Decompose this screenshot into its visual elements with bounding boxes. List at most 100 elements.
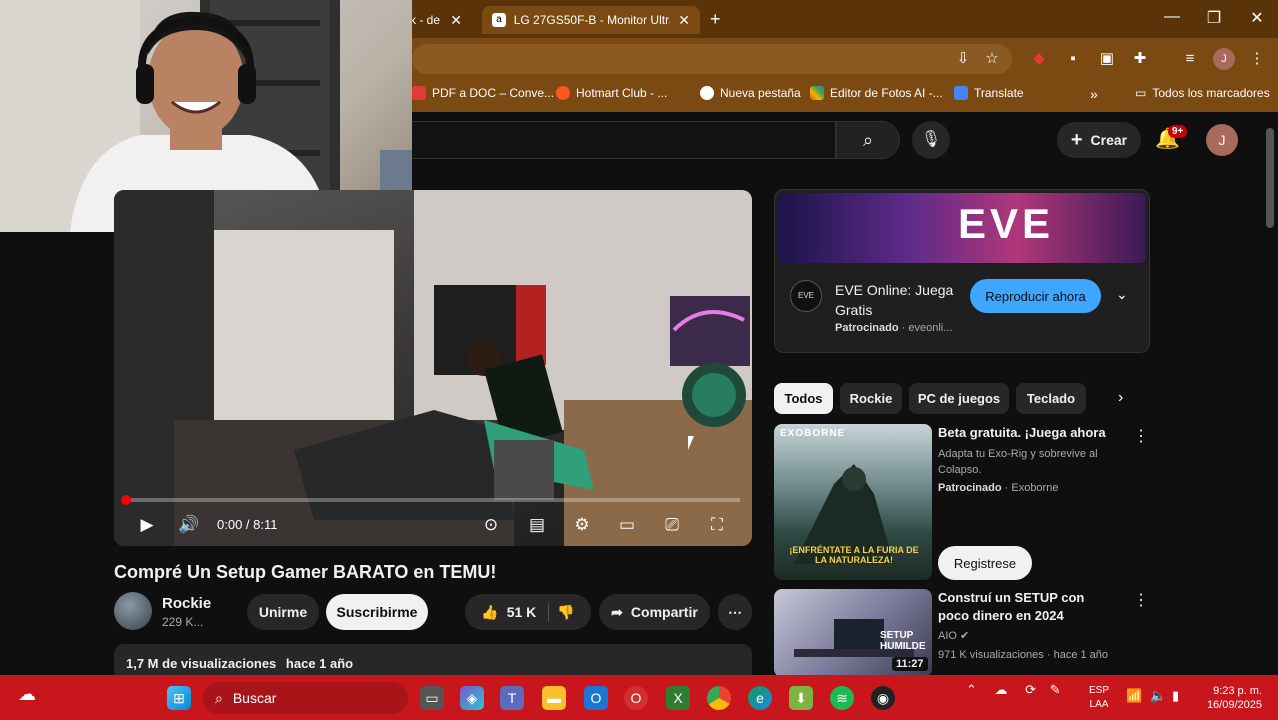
cast-icon: ⎚ — [665, 515, 679, 534]
more-options-icon[interactable]: ⋮ — [1133, 590, 1149, 610]
more-actions-button[interactable]: ⋯ — [718, 594, 752, 630]
bookmark-item[interactable]: PDF a DOC – Conve... — [412, 86, 554, 100]
teams-icon[interactable]: T — [500, 686, 524, 710]
thumbnail-caption: ¡ENFRÉNTATE A LA FURIA DE LA NATURALEZA! — [789, 545, 919, 565]
app-icon[interactable]: ⬇ — [789, 686, 813, 710]
mute-button[interactable]: 🔊 — [176, 512, 202, 538]
extension-icon[interactable]: ▪ — [1062, 48, 1084, 70]
recommendation-title[interactable]: Construí un SETUP con poco dinero en 202… — [938, 589, 1118, 625]
theater-mode-button[interactable]: ▭ — [614, 512, 640, 538]
search-button[interactable]: ⌕ — [836, 121, 900, 159]
chevron-down-icon[interactable]: ⌄ — [1116, 286, 1128, 303]
ad-logo: EVE — [790, 280, 822, 312]
chevron-up-icon[interactable]: ⌃ — [966, 682, 977, 697]
onedrive-icon[interactable]: ☁ — [995, 682, 1008, 697]
maximize-button[interactable]: ❐ — [1199, 8, 1229, 28]
windows-start-icon[interactable]: ⊞ — [167, 686, 191, 710]
file-explorer-icon[interactable]: ▬ — [542, 686, 566, 710]
obs-icon[interactable]: ◉ — [871, 686, 895, 710]
autoplay-toggle[interactable]: ⊙ — [474, 512, 508, 538]
minimize-button[interactable]: — — [1157, 8, 1187, 26]
taskbar-clock[interactable]: 9:23 p. m. 16/09/2025 — [1196, 684, 1262, 712]
account-avatar[interactable]: J — [1206, 124, 1238, 156]
new-tab-button[interactable]: + — [710, 9, 721, 30]
folder-icon: ▭ — [1135, 86, 1147, 100]
opera-icon[interactable]: O — [624, 686, 648, 710]
spotify-icon[interactable]: ≋ — [830, 686, 854, 710]
bookmark-item[interactable]: Editor de Fotos AI -... — [810, 86, 943, 100]
chevron-right-icon[interactable]: › — [1118, 389, 1123, 407]
address-bar[interactable] — [412, 44, 1012, 74]
fullscreen-button[interactable]: ⛶ — [704, 512, 730, 538]
volume-icon[interactable]: 🔈 — [1150, 688, 1166, 704]
install-app-icon[interactable]: ⇩ — [952, 48, 974, 70]
browser-tab-active[interactable]: a LG 27GS50F-B - Monitor Ultrag ✕ — [482, 6, 700, 34]
extension-icon[interactable]: ▣ — [1096, 48, 1118, 70]
subscribe-button[interactable]: Suscribirme — [326, 594, 428, 630]
join-button[interactable]: Unirme — [247, 594, 319, 630]
reading-list-icon[interactable]: ≡ — [1179, 48, 1201, 70]
create-button[interactable]: + Crear — [1057, 122, 1141, 158]
taskbar-search[interactable]: ⌕ Buscar — [203, 682, 408, 714]
language-indicator[interactable]: ESP LAA — [1088, 684, 1110, 712]
theater-icon: ▭ — [618, 515, 636, 534]
play-button[interactable]: ▶ — [134, 512, 160, 538]
profile-icon[interactable]: J — [1213, 48, 1235, 70]
bookmark-item[interactable]: Nueva pestaña — [700, 86, 801, 100]
sync-icon[interactable]: ⟳ — [1025, 682, 1036, 697]
video-progress-bar[interactable] — [124, 498, 740, 502]
video-player[interactable] — [114, 190, 752, 546]
filter-chip[interactable]: Rockie — [840, 383, 902, 414]
bookmark-star-icon[interactable]: ☆ — [981, 48, 1003, 70]
voice-search-button[interactable]: 🎙 — [912, 121, 950, 159]
subtitles-button[interactable]: ▤ — [524, 512, 550, 538]
pdf-icon — [412, 86, 426, 100]
wifi-icon[interactable]: 📶 — [1126, 688, 1142, 704]
chrome-icon[interactable] — [707, 686, 731, 710]
outlook-icon[interactable]: O — [584, 686, 608, 710]
search-input[interactable] — [412, 121, 836, 159]
filter-chip[interactable]: Todos — [774, 383, 833, 414]
play-now-button[interactable]: Reproducir ahora — [970, 279, 1101, 313]
filter-chip[interactable]: PC de juegos — [909, 383, 1009, 414]
amazon-favicon-icon: a — [492, 13, 506, 27]
battery-icon[interactable]: ▮ — [1172, 688, 1179, 704]
dislike-button[interactable]: 👎 — [557, 604, 574, 621]
tab-title: k - de — [410, 13, 441, 27]
pen-icon[interactable]: ✎ — [1050, 682, 1061, 697]
bookmarks-overflow-button[interactable]: » — [1090, 86, 1098, 102]
close-tab-icon[interactable]: ✕ — [678, 12, 690, 29]
view-count: 1,7 M de visualizaciones — [126, 656, 277, 671]
page-scrollbar[interactable] — [1266, 128, 1274, 228]
close-window-button[interactable]: ✕ — [1242, 8, 1272, 28]
task-view-icon[interactable]: ▭ — [420, 686, 444, 710]
edge-icon[interactable]: e — [748, 686, 772, 710]
system-tray[interactable]: ⌃ ☁ ⟳ ✎ — [966, 682, 1061, 698]
channel-avatar[interactable] — [114, 592, 152, 630]
video-scrubber-handle[interactable] — [121, 495, 131, 505]
all-bookmarks-button[interactable]: ▭ Todos los marcadores — [1135, 86, 1270, 100]
extensions-puzzle-icon[interactable]: ✚ — [1129, 48, 1151, 70]
recommendation-channel[interactable]: AIO ✔ — [938, 628, 1118, 644]
register-button[interactable]: Registrese — [938, 546, 1032, 580]
settings-button[interactable]: ⚙ — [569, 512, 595, 538]
cast-button[interactable]: ⎚ — [659, 512, 685, 538]
play-icon: ▶ — [140, 515, 154, 534]
channel-name[interactable]: Rockie — [162, 595, 211, 612]
excel-icon[interactable]: X — [666, 686, 690, 710]
like-button[interactable]: 👍 51 K — [481, 603, 550, 621]
filter-chip[interactable]: Teclado — [1016, 383, 1086, 414]
copilot-icon[interactable]: ◈ — [460, 686, 484, 710]
mouse-cursor — [688, 436, 694, 450]
close-tab-icon[interactable]: ✕ — [450, 12, 462, 29]
extension-shield-icon[interactable]: ◆ — [1028, 48, 1050, 70]
bookmark-item[interactable]: Translate — [954, 86, 1024, 100]
share-button[interactable]: ➦ Compartir — [599, 594, 710, 630]
subtitles-icon: ▤ — [528, 515, 546, 534]
recommendation-title[interactable]: Beta gratuita. ¡Juega ahora — [938, 424, 1118, 442]
bookmark-item[interactable]: Hotmart Club - ... — [556, 86, 667, 100]
weather-widget-icon[interactable]: ☁ — [18, 684, 36, 705]
menu-kebab-icon[interactable]: ⋮ — [1246, 48, 1268, 70]
ad-title[interactable]: EVE Online: Juega Gratis — [835, 280, 955, 320]
more-options-icon[interactable]: ⋮ — [1133, 426, 1149, 446]
